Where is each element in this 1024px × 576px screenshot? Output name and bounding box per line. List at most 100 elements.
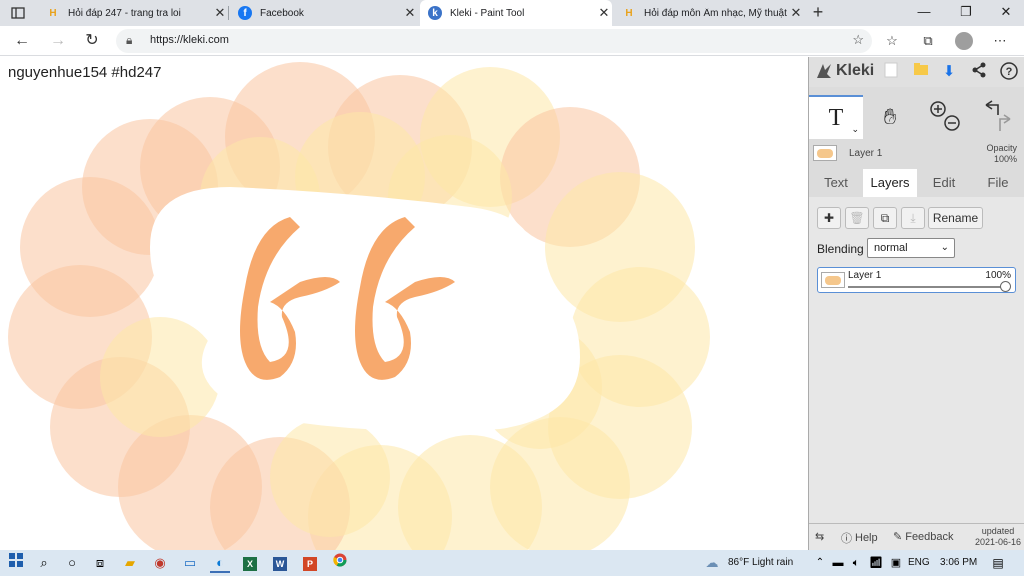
download-icon[interactable]: ⬇	[939, 62, 959, 82]
language-indicator[interactable]: ENG	[908, 557, 930, 568]
url-text: https://kleki.com	[150, 34, 229, 46]
tab-title: Hỏi đáp 247 - trang tra loi	[68, 7, 181, 19]
new-tab-icon[interactable]: +	[808, 2, 828, 22]
feedback-button[interactable]: ✎ Feedback	[893, 530, 954, 544]
media-app-icon[interactable]: ◉	[150, 553, 170, 573]
undo-redo-buttons	[971, 95, 1024, 139]
chrome-icon[interactable]	[330, 553, 350, 573]
tab-title: Kleki - Paint Tool	[450, 7, 525, 19]
tab-title: Hỏi đáp môn Âm nhạc, Mỹ thuật	[644, 7, 787, 19]
duplicate-layer-button[interactable]: ⧉	[873, 207, 897, 229]
kleki-favicon-icon: k	[428, 6, 442, 20]
chevron-down-icon[interactable]: ⌄	[851, 124, 859, 135]
close-tab-icon[interactable]: ✕	[788, 5, 804, 21]
windows-start-icon[interactable]	[6, 553, 26, 573]
tab-hoidap[interactable]: H Hỏi đáp 247 - trang tra loi ✕	[38, 0, 228, 26]
close-window-icon[interactable]: ✕	[986, 0, 1024, 26]
close-tab-icon[interactable]: ✕	[212, 5, 228, 21]
battery-icon[interactable]: ▬	[828, 553, 848, 573]
task-view-icon[interactable]: ⧈	[90, 553, 110, 573]
share-icon[interactable]	[969, 62, 989, 82]
redo-icon[interactable]	[999, 114, 1011, 131]
hand-tool-button[interactable]: ✋︎	[863, 95, 917, 139]
word-icon[interactable]: W	[270, 553, 290, 573]
address-bar: ← → ↻ 🔒︎ https://kleki.com ☆ ☆ ⧉ ⋯	[0, 26, 1024, 56]
undo-icon[interactable]	[985, 100, 999, 115]
add-layer-button[interactable]: ✚	[817, 207, 841, 229]
clock-time[interactable]: 3:06 PM	[940, 557, 977, 568]
wifi-icon[interactable]: 📶︎	[866, 553, 886, 573]
volume-icon[interactable]: 🔈︎	[846, 553, 866, 573]
chevron-down-icon: ⌄	[940, 242, 949, 253]
feedback-icon: ✎	[893, 531, 903, 543]
restore-icon[interactable]: ❐	[946, 0, 986, 26]
tab-edit[interactable]: Edit	[917, 169, 971, 197]
drawing-canvas[interactable]: nguyenhue154 #hd247	[0, 57, 808, 550]
tab-file[interactable]: File	[971, 169, 1024, 197]
layer-thumbnail	[813, 145, 837, 161]
tab-bar: H Hỏi đáp 247 - trang tra loi ✕ f Facebo…	[0, 0, 1024, 26]
kleki-logo: Kleki	[815, 62, 874, 80]
delete-layer-button[interactable]: 🗑︎	[845, 207, 869, 229]
reload-icon[interactable]: ↻	[82, 31, 102, 51]
layer-list-item[interactable]: Layer 1 100%	[817, 267, 1016, 293]
display-icon[interactable]: ▣	[886, 553, 906, 573]
swap-arrows-icon[interactable]: ⇆	[815, 530, 824, 543]
blending-select[interactable]: normal ⌄	[867, 238, 955, 258]
tab-text[interactable]: Text	[809, 169, 863, 197]
back-icon[interactable]: ←	[12, 31, 32, 51]
tab-kleki[interactable]: k Kleki - Paint Tool ✕	[420, 0, 612, 26]
close-tab-icon[interactable]: ✕	[596, 5, 612, 21]
new-image-icon[interactable]	[881, 62, 901, 82]
opacity-value: 100%	[993, 154, 1017, 164]
search-icon[interactable]: ⌕	[34, 553, 54, 573]
weather-text[interactable]: 86°F Light rain	[728, 557, 793, 568]
monitor-app-icon[interactable]: ▭	[180, 553, 200, 573]
add-favorite-icon[interactable]: ☆	[852, 32, 864, 48]
collections-icon[interactable]: ⧉	[918, 31, 938, 51]
panel-header: Kleki ⬇ ?	[809, 57, 1024, 87]
minimize-icon[interactable]: —	[904, 0, 944, 26]
svg-text:?: ?	[1006, 66, 1013, 78]
tab-facebook[interactable]: f Facebook ✕	[230, 0, 418, 26]
weather-icon[interactable]: ☁	[702, 553, 722, 573]
notifications-icon[interactable]: ▤	[988, 553, 1008, 573]
updated-label: updated	[981, 526, 1015, 536]
more-menu-icon[interactable]: ⋯	[990, 31, 1010, 51]
powerpoint-icon[interactable]: P	[300, 553, 320, 573]
rename-button[interactable]: Rename	[928, 207, 983, 229]
edge-browser-icon[interactable]: ◐	[210, 553, 230, 573]
show-hidden-icons-icon[interactable]: ⌃	[810, 553, 830, 573]
canvas-watermark-text: nguyenhue154 #hd247	[8, 64, 162, 81]
help-circle-icon[interactable]: ?	[999, 62, 1019, 82]
undo-redo-icons	[985, 100, 1011, 131]
text-tool-button[interactable]: T ⌄	[809, 95, 863, 139]
forward-icon[interactable]: →	[48, 31, 68, 51]
zoom-in-icon[interactable]	[930, 101, 946, 117]
feedback-label: Feedback	[905, 530, 954, 543]
help-button[interactable]: ⓘ Help	[841, 530, 878, 546]
layer-opacity-slider[interactable]	[848, 286, 1003, 288]
file-explorer-icon[interactable]: ▰	[120, 553, 140, 573]
layer-opacity-slider-knob[interactable]	[1000, 281, 1011, 292]
tab-layers[interactable]: Layers	[863, 169, 917, 197]
close-tab-icon[interactable]: ✕	[402, 5, 418, 21]
panel-footer: ⇆ ⓘ Help ✎ Feedback updated 2021-06-16	[809, 523, 1024, 550]
layer-opacity: 100%	[985, 270, 1011, 281]
hoidap-favicon-icon: H	[49, 7, 57, 19]
help-label: Help	[855, 532, 878, 544]
zoom-out-icon[interactable]	[944, 115, 960, 131]
cortana-icon[interactable]: ○	[62, 553, 82, 573]
excel-icon[interactable]: X	[240, 553, 260, 573]
profile-avatar-icon[interactable]	[954, 31, 974, 51]
open-folder-icon[interactable]	[911, 62, 931, 82]
trash-icon: 🗑︎	[849, 211, 865, 225]
tab-actions-icon[interactable]	[6, 4, 30, 22]
favorites-icon[interactable]: ☆	[882, 31, 902, 51]
active-layer-strip: Layer 1 Opacity 100%	[809, 141, 1024, 167]
merge-down-button[interactable]: ⤓	[901, 207, 925, 229]
layer-thumbnail	[821, 272, 845, 288]
tab-title: Facebook	[260, 7, 304, 19]
tab-hoidap-music[interactable]: H Hỏi đáp môn Âm nhạc, Mỹ thuật ✕	[614, 0, 804, 26]
url-field[interactable]: 🔒︎ https://kleki.com ☆	[116, 29, 872, 53]
